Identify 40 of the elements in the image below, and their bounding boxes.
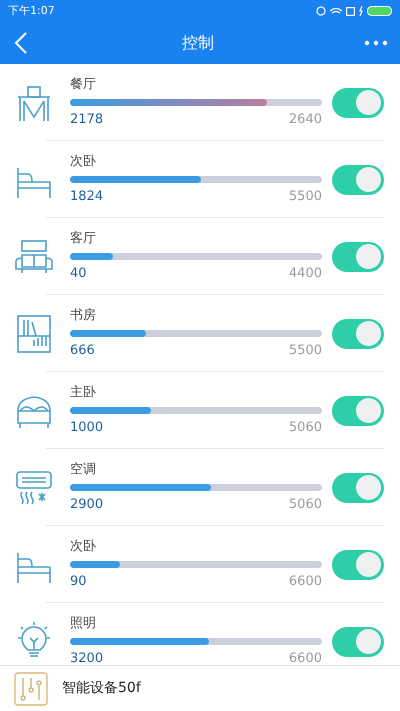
toggle-switch[interactable] [332, 164, 384, 194]
toggle-switch[interactable] [332, 318, 384, 348]
device-name: 次卧 [70, 538, 97, 556]
toggle-switch[interactable] [332, 242, 384, 272]
wifi-icon [330, 8, 342, 14]
toggle-switch[interactable] [332, 88, 384, 118]
device-name: 客厅 [70, 230, 97, 248]
device-name: 主卧 [70, 384, 97, 402]
current-value: 2900 [70, 496, 104, 514]
bookshelf-icon [14, 314, 54, 354]
device-name: 餐厅 [70, 76, 97, 94]
max-value: 5060 [288, 496, 322, 514]
current-value: 90 [70, 573, 87, 592]
device-count-label: 智能设备50f [62, 679, 141, 698]
charging-icon [359, 6, 363, 16]
max-value: 5060 [288, 419, 322, 438]
max-value: 6600 [288, 650, 322, 665]
current-value: 40 [70, 265, 87, 284]
max-value: 5500 [288, 188, 322, 206]
device-name: 次卧 [70, 153, 97, 172]
max-value: 4400 [288, 265, 322, 284]
current-value: 3200 [70, 650, 104, 665]
device-name: 书房 [70, 307, 97, 326]
status-time: 下午1:07 [8, 2, 55, 19]
device-name: 照明 [70, 615, 97, 634]
toggle-switch[interactable] [332, 626, 384, 656]
current-value: 666 [70, 342, 95, 360]
max-value: 6600 [288, 573, 322, 592]
battery-icon [367, 6, 392, 16]
header-title: 控制 [182, 32, 214, 54]
current-value: 1000 [70, 419, 104, 438]
toggle-switch[interactable] [332, 472, 384, 502]
current-value: 2178 [70, 111, 104, 130]
device-name: 空调 [70, 461, 97, 480]
max-value: 5500 [288, 342, 322, 360]
toggle-switch[interactable] [332, 550, 384, 580]
max-value: 2640 [288, 111, 322, 130]
toggle-switch[interactable] [332, 396, 384, 426]
current-value: 1824 [70, 188, 104, 206]
equalizer-icon [14, 672, 48, 706]
